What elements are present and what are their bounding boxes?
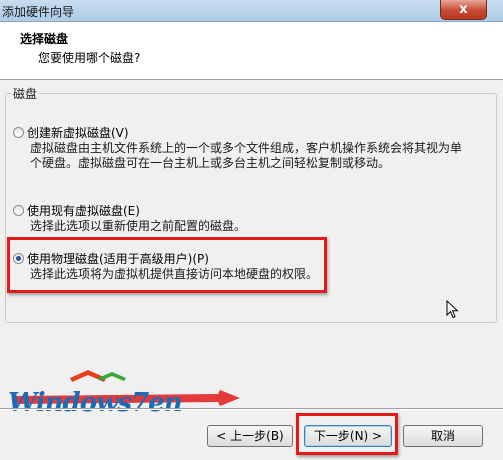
option-create-new-disk[interactable]: 创建新虚拟磁盘(V) — [13, 124, 129, 141]
group-legend: 磁盘 — [11, 85, 40, 102]
highlight-box — [7, 237, 327, 293]
option-description: 虚拟磁盘由主机文件系统上的一个或多个文件组成，客户机操作系统会将其视为单 个硬盘… — [30, 141, 462, 171]
close-button[interactable]: x — [440, 0, 487, 20]
watermark-text: Windows7en — [8, 388, 183, 418]
radio-use-existing-disk[interactable] — [13, 205, 24, 216]
page-title: 选择磁盘 — [20, 32, 69, 46]
window-title: 添加硬件向导 — [2, 5, 75, 19]
wizard-header: 选择磁盘 您要使用哪个磁盘? — [0, 22, 503, 80]
option-description: 选择此选项以重新使用之前配置的磁盘。 — [30, 219, 246, 234]
mouse-cursor-icon — [446, 300, 459, 319]
back-button[interactable]: < 上一步(B) — [207, 425, 293, 447]
description-line: 虚拟磁盘由主机文件系统上的一个或多个文件组成，客户机操作系统会将其视为单 — [30, 141, 463, 155]
option-label: 使用现有虚拟磁盘(E) — [27, 204, 140, 218]
option-label: 创建新虚拟磁盘(V) — [27, 126, 129, 140]
cancel-button[interactable]: 取消 — [403, 425, 483, 447]
description-line: 选择此选项以重新使用之前配置的磁盘。 — [30, 219, 247, 233]
title-bar: 添加硬件向导 x — [0, 0, 503, 22]
page-subtitle: 您要使用哪个磁盘? — [38, 51, 141, 65]
option-use-existing-disk[interactable]: 使用现有虚拟磁盘(E) — [13, 202, 140, 219]
radio-create-new-disk[interactable] — [13, 127, 24, 138]
description-line: 个硬盘。虚拟磁盘可在一台主机上或多台主机之间轻松复制或移动。 — [30, 156, 391, 170]
highlight-box — [296, 413, 398, 455]
footer-separator — [0, 408, 503, 410]
